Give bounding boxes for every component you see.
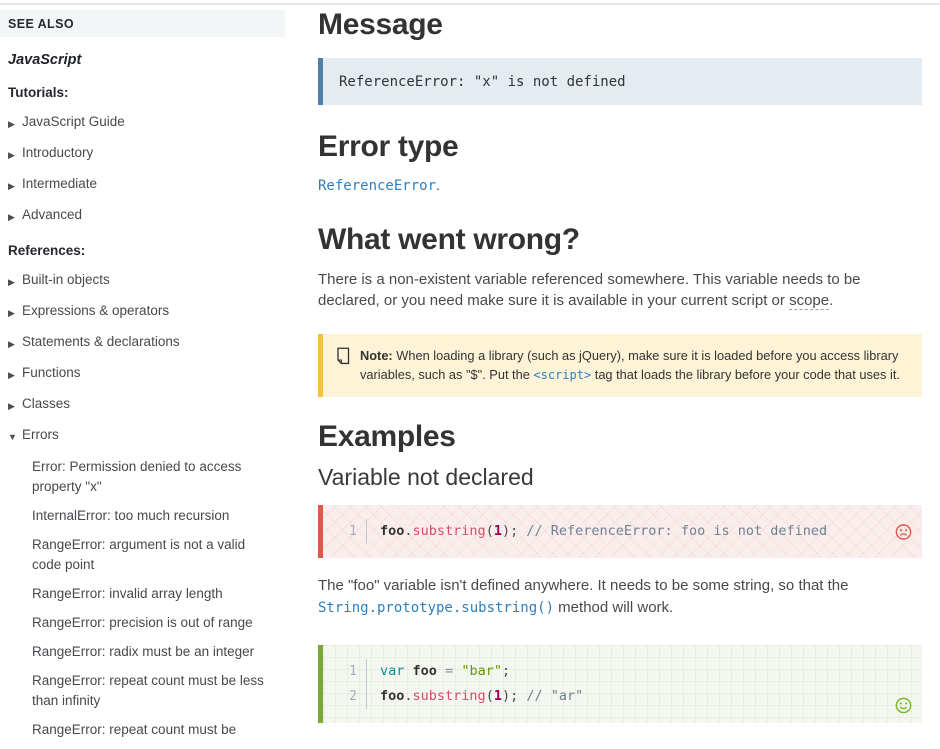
chevron-right-icon: ▶	[8, 302, 22, 322]
sidebar-item-label: Expressions & operators	[22, 302, 169, 320]
sidebar-item-functions[interactable]: ▶ Functions	[8, 364, 285, 384]
sidebar-error-link[interactable]: RangeError: repeat count must be	[32, 720, 275, 740]
sidebar-item-expressions-operators[interactable]: ▶ Expressions & operators	[8, 302, 285, 322]
paragraph-text: .	[829, 292, 833, 309]
code-text: foo.substring(1); // "ar"	[367, 684, 583, 709]
code-text: foo.substring(1); // ReferenceError: foo…	[367, 519, 827, 544]
article-content: Message ReferenceError: "x" is not defin…	[318, 0, 922, 723]
chevron-right-icon: ▶	[8, 175, 22, 195]
sidebar-item-advanced[interactable]: ▶ Advanced	[8, 206, 285, 226]
bad-example-code-block: 1 foo.substring(1); // ReferenceError: f…	[318, 505, 922, 558]
sidebar-error-link[interactable]: RangeError: precision is out of range	[32, 613, 275, 633]
reference-error-link[interactable]: ReferenceError	[318, 178, 436, 194]
chevron-right-icon: ▶	[8, 206, 22, 226]
sidebar-item-label: JavaScript Guide	[22, 113, 125, 131]
sidebar-item-label: Errors	[22, 426, 59, 444]
example-explanation: The "foo" variable isn't defined anywher…	[318, 575, 922, 619]
sidebar-item-label: Built-in objects	[22, 271, 110, 289]
code-text: var foo = "bar";	[367, 659, 510, 684]
chevron-right-icon: ▶	[8, 271, 22, 291]
sidebar-item-label: Intermediate	[22, 175, 97, 193]
error-type-heading: Error type	[318, 130, 922, 164]
note-document-icon	[335, 346, 351, 385]
sidebar-error-link[interactable]: RangeError: radix must be an integer	[32, 642, 275, 662]
sidebar-item-built-in-objects[interactable]: ▶ Built-in objects	[8, 271, 285, 291]
code-line: 1 var foo = "bar";	[323, 659, 882, 684]
sidebar-error-link[interactable]: InternalError: too much recursion	[32, 506, 275, 526]
chevron-right-icon: ▶	[8, 364, 22, 384]
chevron-right-icon: ▶	[8, 113, 22, 133]
line-number: 2	[323, 684, 367, 709]
smile-face-icon	[895, 697, 912, 714]
paragraph-text: The "foo" variable isn't defined anywher…	[318, 577, 849, 594]
note-text: Note: When loading a library (such as jQ…	[360, 346, 908, 385]
chevron-down-icon: ▼	[8, 426, 22, 446]
sidebar-item-label: Functions	[22, 364, 81, 382]
message-code-block: ReferenceError: "x" is not defined	[318, 58, 922, 105]
sidebar-error-link[interactable]: RangeError: repeat count must be less th…	[32, 671, 275, 711]
sidebar-item-intermediate[interactable]: ▶ Intermediate	[8, 175, 285, 195]
sidebar-item-label: Classes	[22, 395, 70, 413]
sidebar: SEE ALSO JavaScript Tutorials: ▶ JavaScr…	[0, 10, 285, 749]
sidebar-item-label: Introductory	[22, 144, 93, 162]
sidebar-error-link[interactable]: RangeError: argument is not a valid code…	[32, 535, 275, 575]
sidebar-error-link[interactable]: RangeError: invalid array length	[32, 584, 275, 604]
paragraph-text: There is a non-existent variable referen…	[318, 271, 861, 309]
sidebar-item-statements-declarations[interactable]: ▶ Statements & declarations	[8, 333, 285, 353]
sidebar-error-link[interactable]: Error: Permission denied to access prope…	[32, 457, 275, 497]
frown-face-icon	[895, 523, 912, 540]
sidebar-title-javascript[interactable]: JavaScript	[8, 52, 285, 68]
line-number: 1	[323, 659, 367, 684]
substring-method-link[interactable]: String.prototype.substring()	[318, 600, 554, 616]
sidebar-item-label: Advanced	[22, 206, 82, 224]
sidebar-item-errors[interactable]: ▼ Errors	[8, 426, 285, 446]
sidebar-item-introductory[interactable]: ▶ Introductory	[8, 144, 285, 164]
sidebar-item-classes[interactable]: ▶ Classes	[8, 395, 285, 415]
code-line: 2 foo.substring(1); // "ar"	[323, 684, 882, 709]
sidebar-group-references: References:	[8, 243, 285, 258]
chevron-right-icon: ▶	[8, 395, 22, 415]
note-box: Note: When loading a library (such as jQ…	[318, 334, 922, 397]
error-type-period: .	[436, 177, 440, 193]
error-type-text: ReferenceError.	[318, 177, 922, 194]
what-went-wrong-text: There is a non-existent variable referen…	[318, 269, 922, 311]
chevron-right-icon: ▶	[8, 144, 22, 164]
variable-not-declared-heading: Variable not declared	[318, 464, 922, 491]
message-code: ReferenceError: "x" is not defined	[339, 74, 626, 90]
note-label: Note:	[360, 348, 393, 363]
code-line: 1 foo.substring(1); // ReferenceError: f…	[323, 519, 882, 544]
script-tag-link[interactable]: <script>	[533, 368, 591, 382]
what-went-wrong-heading: What went wrong?	[318, 223, 922, 257]
sidebar-group-tutorials: Tutorials:	[8, 85, 285, 100]
paragraph-text: method will work.	[554, 599, 673, 616]
chevron-right-icon: ▶	[8, 333, 22, 353]
sidebar-item-javascript-guide[interactable]: ▶ JavaScript Guide	[8, 113, 285, 133]
sidebar-item-label: Statements & declarations	[22, 333, 180, 351]
scope-definition-term[interactable]: scope	[789, 292, 829, 310]
see-also-header: SEE ALSO	[0, 10, 285, 37]
examples-heading: Examples	[318, 420, 922, 454]
good-example-code-block: 1 var foo = "bar"; 2 foo.substring(1); /…	[318, 645, 922, 723]
line-number: 1	[323, 519, 367, 544]
note-body-text: tag that loads the library before your c…	[591, 367, 900, 382]
message-heading: Message	[318, 8, 922, 42]
